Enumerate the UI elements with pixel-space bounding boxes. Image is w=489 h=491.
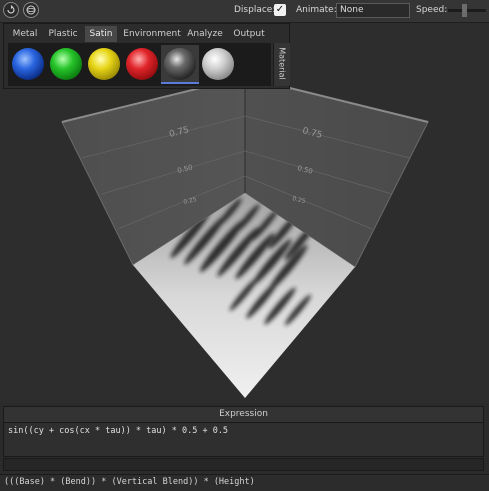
speed-label: Speed: [416, 5, 448, 15]
swatch-dark-grey[interactable] [161, 45, 199, 84]
tab-plastic[interactable]: Plastic [44, 26, 82, 42]
expression-scrollbar[interactable] [3, 458, 484, 471]
animate-label: Animate: [296, 5, 337, 15]
tab-output[interactable]: Output [230, 26, 268, 42]
expression-header: Expression [3, 406, 484, 423]
tab-metal[interactable]: Metal [8, 26, 42, 42]
swatch-yellow[interactable] [85, 45, 123, 84]
displace-checkbox[interactable]: ✓ [274, 4, 286, 16]
speed-slider-track[interactable] [448, 9, 486, 12]
animate-select[interactable]: None [336, 3, 410, 18]
tab-environment[interactable]: Environment [121, 26, 183, 42]
speed-slider-thumb[interactable] [462, 4, 467, 17]
material-side-tab[interactable]: Material [273, 43, 290, 86]
material-side-label: Material [277, 47, 287, 80]
material-swatches [8, 43, 271, 86]
swatch-red[interactable] [123, 45, 161, 84]
swatch-green[interactable] [47, 45, 85, 84]
animate-select-value: None [340, 5, 364, 15]
displace-label: Displace: [234, 5, 276, 15]
swatch-silver[interactable] [199, 45, 237, 84]
tab-satin[interactable]: Satin [85, 26, 117, 42]
swatch-blue[interactable] [9, 45, 47, 84]
material-panel: Metal Plastic Satin Environment Analyze … [3, 23, 290, 89]
tab-analyze[interactable]: Analyze [186, 26, 224, 42]
sphere-view-icon[interactable] [23, 2, 39, 18]
refresh-icon[interactable] [3, 2, 19, 18]
node-graph-status: (((Base) * (Bend)) * (Vertical Blend)) *… [0, 474, 489, 491]
top-toolbar: Displace: ✓ Animate: None Speed: [0, 0, 489, 23]
expression-editor[interactable]: sin((cy + cos(cx * tau)) * tau) * 0.5 + … [3, 423, 484, 457]
